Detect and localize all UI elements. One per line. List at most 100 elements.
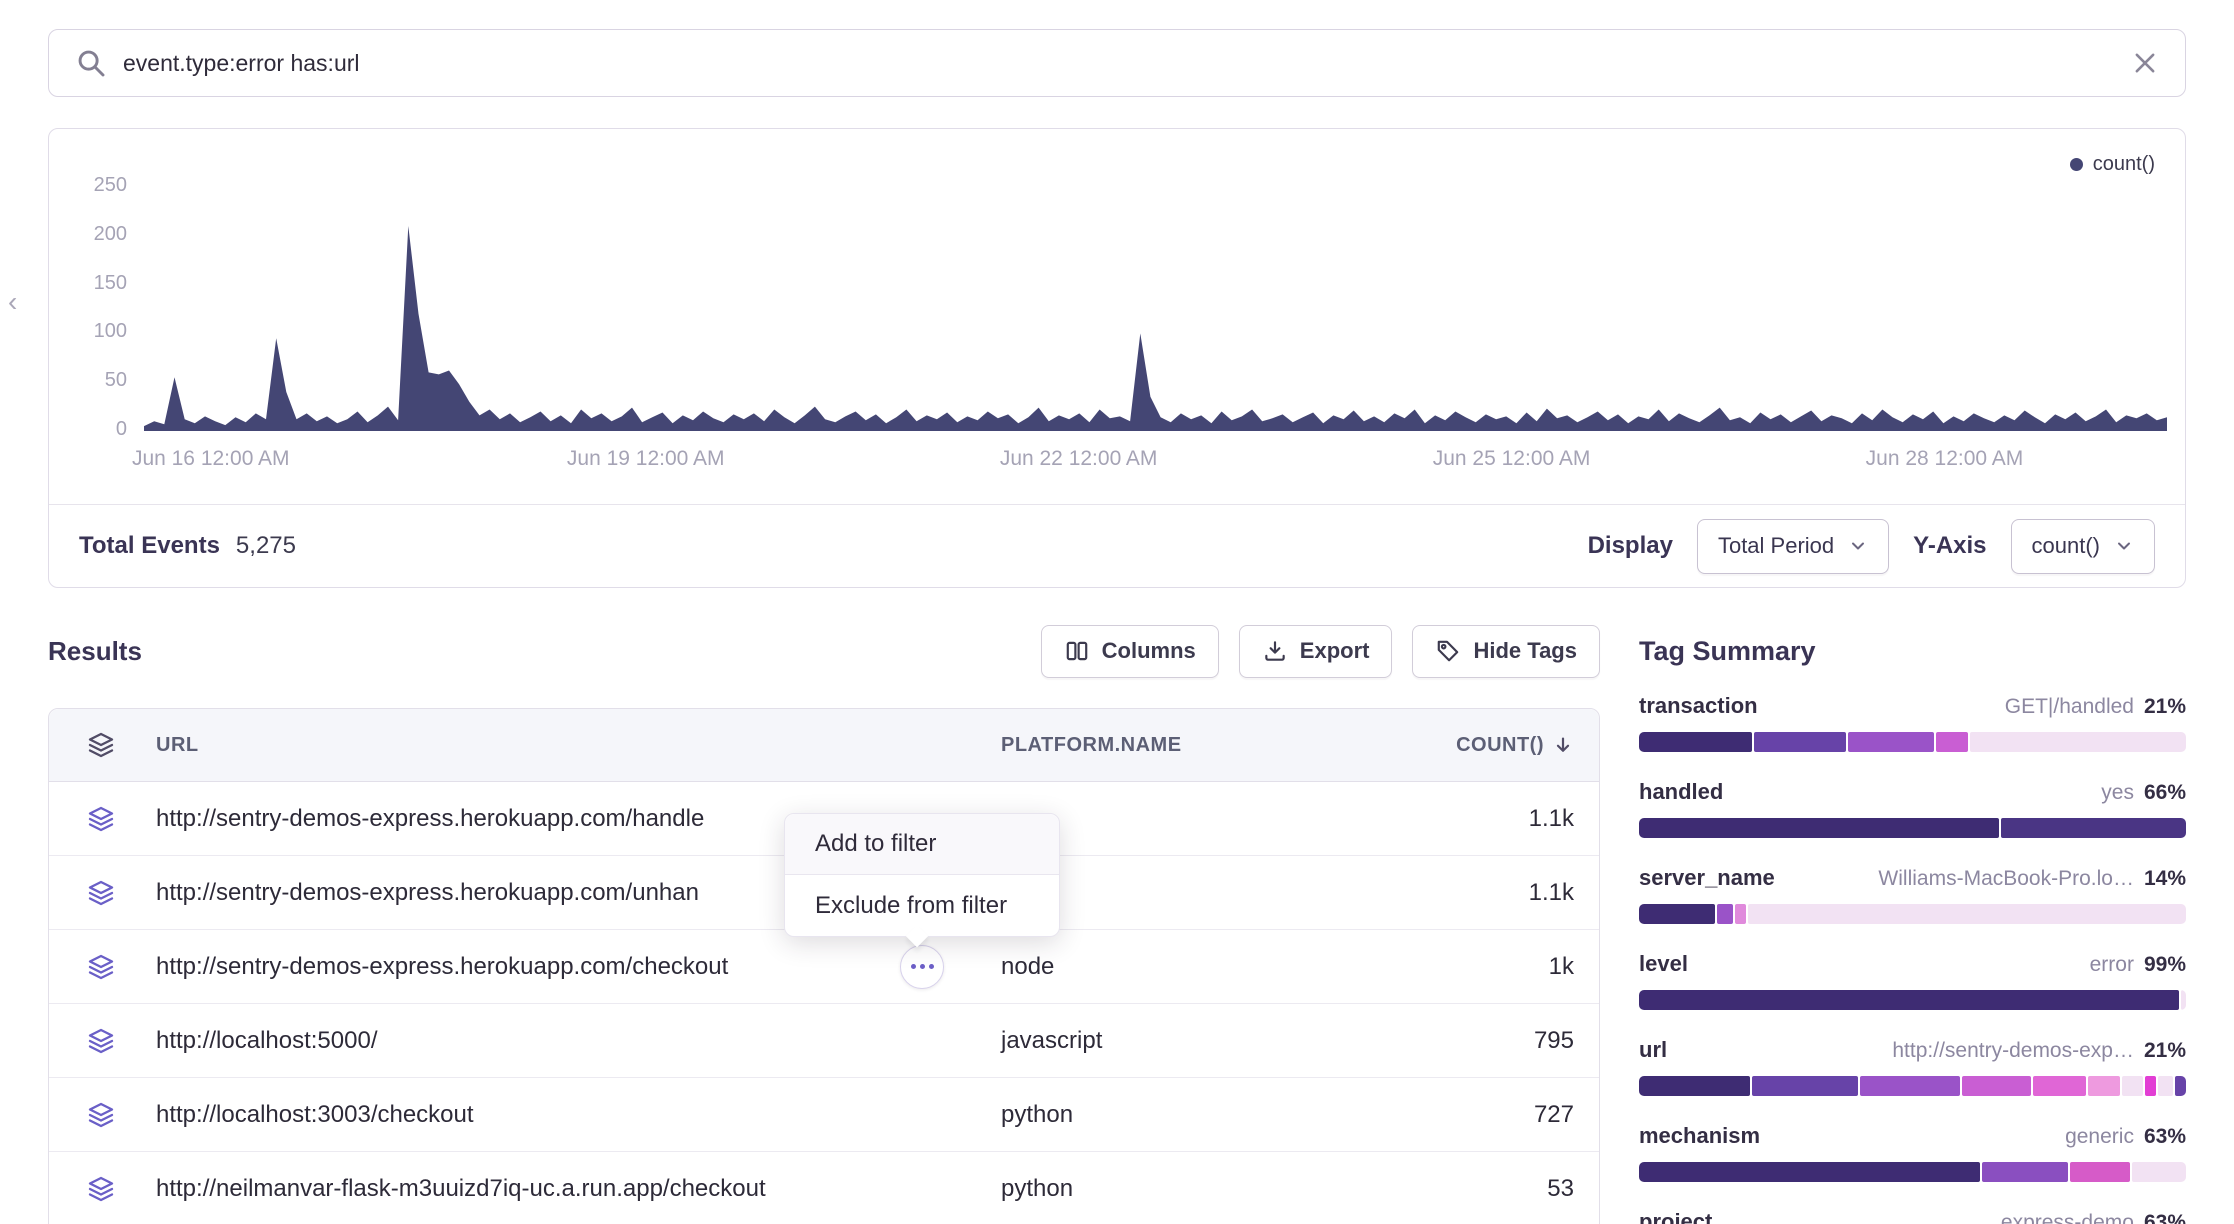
tag-bar-segment[interactable] — [1860, 1076, 1961, 1096]
tag-summary-item: transactionGET|/handled21% — [1639, 693, 2186, 752]
cell-count[interactable]: 1.1k — [1449, 805, 1601, 833]
tag-bar-segment[interactable] — [1970, 732, 2186, 752]
tag-distribution-bar[interactable] — [1639, 904, 2186, 924]
tag-bar-segment[interactable] — [1639, 990, 2179, 1010]
stack-icon[interactable] — [49, 804, 153, 834]
hide-tags-button[interactable]: Hide Tags — [1412, 625, 1600, 678]
chart-legend[interactable]: count() — [2070, 153, 2155, 176]
tag-bar-segment[interactable] — [1962, 1076, 2031, 1096]
tag-bar-segment[interactable] — [1752, 1076, 1858, 1096]
clear-search-icon[interactable] — [2131, 49, 2159, 77]
export-button[interactable]: Export — [1239, 625, 1393, 678]
table-row[interactable]: http://localhost:3003/checkoutpython727 — [49, 1078, 1599, 1152]
tag-top-percentage: 63% — [2144, 1211, 2186, 1224]
context-menu-item[interactable]: Exclude from filter — [785, 875, 1059, 936]
context-menu: Add to filterExclude from filter — [784, 813, 1060, 937]
tag-bar-segment[interactable] — [1754, 732, 1846, 752]
context-menu-items: Add to filterExclude from filter — [785, 814, 1059, 936]
tag-bar-segment[interactable] — [1639, 1076, 1750, 1096]
y-tick-label: 100 — [49, 320, 127, 343]
tag-top-percentage: 66% — [2144, 781, 2186, 805]
tag-summary-item: urlhttp://sentry-demos-exp…21% — [1639, 1037, 2186, 1096]
cell-count[interactable]: 53 — [1449, 1175, 1601, 1203]
table-row[interactable]: http://sentry-demos-express.herokuapp.co… — [49, 930, 1599, 1004]
cell-count[interactable]: 1k — [1449, 953, 1601, 981]
columns-button[interactable]: Columns — [1041, 625, 1219, 678]
chart-x-axis: Jun 16 12:00 AMJun 19 12:00 AMJun 22 12:… — [49, 447, 2185, 477]
cell-count[interactable]: 727 — [1449, 1101, 1601, 1129]
cell-platform[interactable]: javascript — [989, 1027, 1449, 1055]
stack-icon[interactable] — [49, 952, 153, 982]
stack-icon[interactable] — [49, 878, 153, 908]
tag-distribution-bar[interactable] — [1639, 732, 2186, 752]
stack-icon[interactable] — [49, 1100, 153, 1130]
cell-count[interactable]: 795 — [1449, 1027, 1601, 1055]
stack-icon[interactable] — [49, 1026, 153, 1056]
tag-bar-segment[interactable] — [1936, 732, 1968, 752]
tag-top-value: generic — [2065, 1125, 2134, 1149]
tag-distribution-bar[interactable] — [1639, 990, 2186, 1010]
cell-platform[interactable]: node — [989, 953, 1449, 981]
panel-collapse-icon[interactable]: ‹ — [8, 288, 17, 316]
tag-bar-segment[interactable] — [1735, 904, 1746, 924]
tag-bar-segment[interactable] — [2122, 1076, 2143, 1096]
cell-actions-button[interactable] — [900, 945, 944, 989]
cell-platform[interactable]: python — [989, 1101, 1449, 1129]
tag-distribution-bar[interactable] — [1639, 1076, 2186, 1096]
tag-bar-segment[interactable] — [2181, 990, 2186, 1010]
stack-icon[interactable] — [49, 1174, 153, 1204]
tag-bar-segment[interactable] — [1639, 818, 1999, 838]
cell-platform[interactable]: python — [989, 1175, 1449, 1203]
tag-bar-segment[interactable] — [1748, 904, 2186, 924]
tag-top-percentage: 21% — [2144, 695, 2186, 719]
tag-bar-segment[interactable] — [1717, 904, 1733, 924]
cell-url[interactable]: http://sentry-demos-express.herokuapp.co… — [153, 953, 989, 981]
tag-top-percentage: 63% — [2144, 1125, 2186, 1149]
chart-panel: count() 250200150100500 Jun 16 12:00 AMJ… — [48, 128, 2186, 588]
tag-bar-segment[interactable] — [2070, 1162, 2130, 1182]
search-query[interactable]: event.type:error has:url — [123, 50, 2115, 77]
tag-bar-segment[interactable] — [1639, 904, 1715, 924]
column-header-count[interactable]: COUNT() — [1449, 734, 1601, 757]
cell-url[interactable]: http://neilmanvar-flask-m3uuizd7iq-uc.a.… — [153, 1175, 989, 1203]
chart-series[interactable] — [144, 187, 2167, 431]
tag-bar-segment[interactable] — [1639, 732, 1752, 752]
tag-bar-segment[interactable] — [2001, 818, 2186, 838]
tag-bar-segment[interactable] — [2158, 1076, 2174, 1096]
display-select[interactable]: Total Period — [1697, 519, 1889, 574]
tag-bar-segment[interactable] — [2132, 1162, 2186, 1182]
tag-bar-segment[interactable] — [2033, 1076, 2086, 1096]
tag-name[interactable]: project — [1639, 1209, 1712, 1224]
tag-bar-segment[interactable] — [2145, 1076, 2156, 1096]
tag-name[interactable]: mechanism — [1639, 1123, 1760, 1149]
table-row[interactable]: http://neilmanvar-flask-m3uuizd7iq-uc.a.… — [49, 1152, 1599, 1224]
display-select-value: Total Period — [1718, 533, 1834, 559]
search-bar[interactable]: event.type:error has:url — [48, 29, 2186, 97]
display-label: Display — [1588, 532, 1673, 560]
column-header-platform[interactable]: PLATFORM.NAME — [989, 734, 1449, 757]
tag-bar-segment[interactable] — [1848, 732, 1934, 752]
tag-name[interactable]: transaction — [1639, 693, 1758, 719]
yaxis-select[interactable]: count() — [2011, 519, 2155, 574]
tag-name[interactable]: server_name — [1639, 865, 1775, 891]
column-header-url[interactable]: URL — [153, 734, 989, 757]
table-row[interactable]: http://localhost:5000/javascript795 — [49, 1004, 1599, 1078]
tag-name[interactable]: url — [1639, 1037, 1667, 1063]
tag-bar-segment[interactable] — [1639, 1162, 1980, 1182]
y-tick-label: 0 — [49, 418, 127, 441]
context-menu-item[interactable]: Add to filter — [785, 814, 1059, 875]
tag-name[interactable]: level — [1639, 951, 1688, 977]
tag-distribution-bar[interactable] — [1639, 1162, 2186, 1182]
cell-url[interactable]: http://localhost:5000/ — [153, 1027, 989, 1055]
tag-bar-segment[interactable] — [1982, 1162, 2069, 1182]
tag-icon — [1435, 638, 1461, 664]
tag-bar-segment[interactable] — [2175, 1076, 2186, 1096]
tag-name[interactable]: handled — [1639, 779, 1723, 805]
tag-distribution-bar[interactable] — [1639, 818, 2186, 838]
stack-column-header-icon[interactable] — [49, 730, 153, 760]
tag-bar-segment[interactable] — [2088, 1076, 2120, 1096]
x-tick-label: Jun 28 12:00 AM — [1866, 447, 2024, 471]
chart-footer: Total Events 5,275 Display Total Period … — [49, 504, 2185, 587]
cell-url[interactable]: http://localhost:3003/checkout — [153, 1101, 989, 1129]
cell-count[interactable]: 1.1k — [1449, 879, 1601, 907]
